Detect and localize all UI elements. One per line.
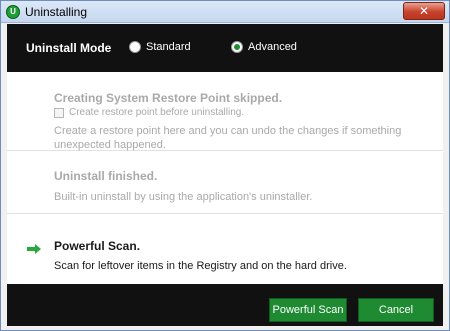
step-powerful-scan-description: Scan for leftover items in the Registry …: [54, 260, 347, 272]
step-powerful-scan-title: Powerful Scan.: [54, 239, 141, 253]
cancel-button[interactable]: Cancel: [358, 298, 434, 322]
step-restore-point-title: Creating System Restore Point skipped.: [54, 91, 283, 105]
step-uninstall: Uninstall finished. Built-in uninstall b…: [7, 151, 443, 214]
close-button[interactable]: ✕: [403, 2, 445, 20]
steps-panel: Creating System Restore Point skipped. C…: [7, 72, 443, 284]
app-icon: U: [6, 5, 20, 19]
uninstall-mode-bar: Uninstall Mode Standard Advanced: [7, 24, 443, 72]
uninstall-mode-label: Uninstall Mode: [26, 41, 112, 55]
radio-standard-dot[interactable]: [129, 41, 141, 53]
step-uninstall-title: Uninstall finished.: [54, 169, 158, 183]
radio-standard[interactable]: Standard: [129, 41, 191, 53]
uninstall-window: U Uninstalling ✕ Uninstall Mode Standard…: [0, 0, 450, 331]
close-icon: ✕: [418, 4, 430, 18]
radio-advanced-label: Advanced: [248, 41, 297, 53]
title-bar: U Uninstalling ✕: [1, 1, 449, 23]
step-uninstall-description: Built-in uninstall by using the applicat…: [54, 191, 313, 203]
green-arrow-icon: [27, 244, 41, 254]
window-title: Uninstalling: [25, 5, 88, 19]
radio-advanced-dot[interactable]: [231, 41, 243, 53]
restore-point-checkbox[interactable]: [54, 107, 64, 118]
restore-point-checkbox-row[interactable]: Create restore point before uninstalling…: [54, 107, 244, 118]
step-powerful-scan: Powerful Scan. Scan for leftover items i…: [7, 214, 443, 284]
step-restore-point-description: Create a restore point here and you can …: [54, 125, 402, 151]
radio-advanced[interactable]: Advanced: [231, 41, 297, 53]
step-restore-point: Creating System Restore Point skipped. C…: [7, 72, 443, 151]
footer-bar: Powerful Scan Cancel: [7, 284, 443, 326]
restore-point-checkbox-label: Create restore point before uninstalling…: [69, 107, 245, 118]
powerful-scan-button[interactable]: Powerful Scan: [269, 298, 347, 322]
radio-standard-label: Standard: [146, 41, 191, 53]
